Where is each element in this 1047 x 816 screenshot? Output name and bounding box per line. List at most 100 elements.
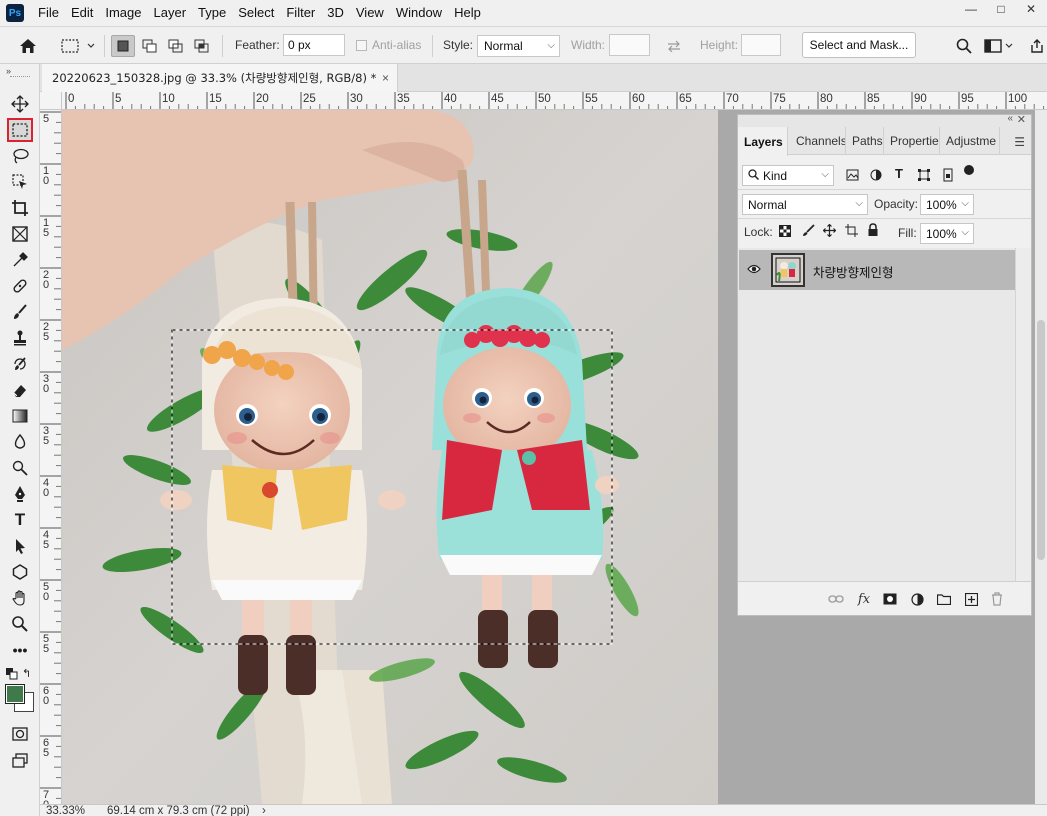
search-icon[interactable] [954, 36, 974, 56]
add-mask-icon[interactable] [882, 591, 898, 607]
menu-edit[interactable]: Edit [65, 0, 99, 26]
share-icon[interactable] [1028, 36, 1046, 56]
menu-help[interactable]: Help [448, 0, 487, 26]
path-selection-tool-icon[interactable] [7, 534, 33, 558]
tab-layers[interactable]: Layers [738, 127, 788, 156]
type-tool-icon[interactable]: T [7, 508, 33, 532]
menu-file[interactable]: File [32, 0, 65, 26]
layer-row[interactable]: 차량방향제인형 [739, 250, 1015, 290]
tab-paths[interactable]: Paths [846, 127, 884, 155]
maximize-button[interactable]: □ [987, 0, 1015, 18]
default-colors-icon[interactable] [6, 668, 18, 683]
menu-select[interactable]: Select [232, 0, 280, 26]
swap-colors-icon[interactable]: ↰ [22, 667, 31, 680]
vertical-scrollbar[interactable] [1035, 110, 1047, 804]
clone-stamp-tool-icon[interactable] [7, 326, 33, 350]
zoom-level[interactable]: 33.33% [46, 805, 85, 816]
menu-image[interactable]: Image [99, 0, 147, 26]
move-tool-icon[interactable] [7, 92, 33, 116]
eye-icon[interactable] [747, 263, 761, 278]
lock-image-pixels-icon[interactable] [802, 224, 815, 240]
close-window-button[interactable]: ✕ [1017, 0, 1045, 18]
panel-menu-icon[interactable]: ☰ [1014, 135, 1025, 149]
blur-tool-icon[interactable] [7, 430, 33, 454]
layers-scrollbar[interactable] [1015, 248, 1031, 582]
lock-all-icon[interactable] [867, 223, 879, 240]
eraser-tool-icon[interactable] [7, 378, 33, 402]
new-selection-icon[interactable] [111, 35, 135, 57]
new-group-icon[interactable] [936, 591, 952, 607]
ruler-corner[interactable] [40, 92, 62, 110]
collapse-tools-icon[interactable]: » [6, 66, 11, 76]
eyedropper-tool-icon[interactable] [7, 248, 33, 272]
menu-filter[interactable]: Filter [280, 0, 321, 26]
screen-mode-icon[interactable] [7, 748, 33, 772]
layer-name[interactable]: 차량방향제인형 [813, 262, 894, 281]
quick-mask-icon[interactable] [7, 722, 33, 746]
marquee-tool-preset-icon[interactable] [60, 36, 98, 56]
dodge-tool-icon[interactable] [7, 456, 33, 480]
close-document-icon[interactable]: × [382, 71, 389, 85]
rectangular-marquee-tool-icon[interactable] [7, 118, 33, 142]
smart-object-filter-icon[interactable] [942, 168, 954, 185]
opacity-input[interactable]: 100% ⌵ [920, 194, 974, 215]
delete-layer-icon[interactable] [989, 591, 1005, 607]
tab-adjustments[interactable]: Adjustme [940, 127, 1000, 155]
document-image[interactable] [62, 110, 718, 804]
tab-channels[interactable]: Channels [790, 127, 846, 155]
menu-view[interactable]: View [350, 0, 390, 26]
new-layer-icon[interactable] [963, 591, 979, 607]
add-to-selection-icon[interactable] [138, 35, 162, 57]
height-input[interactable] [741, 34, 781, 56]
link-layers-icon[interactable] [828, 591, 844, 607]
hand-tool-icon[interactable] [7, 586, 33, 610]
pixel-layer-filter-icon[interactable] [846, 169, 859, 184]
menu-window[interactable]: Window [390, 0, 448, 26]
filter-toggle-icon[interactable] [964, 165, 974, 175]
home-icon[interactable] [16, 36, 40, 56]
layer-filter-select[interactable]: Kind ⌵ [742, 165, 834, 186]
healing-brush-tool-icon[interactable] [7, 274, 33, 298]
workspace-icon[interactable] [984, 36, 1014, 56]
vertical-ruler[interactable]: 5 1 0 1 5 2 0 2 5 3 0 3 5 4 0 4 5 5 0 5 5 6 0 6 5 7 0 [40, 110, 62, 804]
gradient-tool-icon[interactable] [7, 404, 33, 428]
subtract-from-selection-icon[interactable] [164, 35, 188, 57]
blend-mode-select[interactable]: Normal ⌵ [742, 194, 868, 215]
horizontal-ruler[interactable]: 0 5 10 15 20 25 30 35 40 45 50 55 60 65 70 75 80 85 90 95 10… [62, 92, 1047, 110]
new-adjustment-layer-icon[interactable] [909, 591, 925, 607]
select-and-mask-button[interactable]: Select and Mask... [802, 32, 916, 58]
vertical-scrollbar-thumb[interactable] [1037, 320, 1045, 560]
shape-layer-filter-icon[interactable] [918, 169, 930, 184]
collapse-panel-icon[interactable]: « [1007, 113, 1013, 124]
object-selection-tool-icon[interactable] [7, 170, 33, 194]
intersect-selection-icon[interactable] [190, 35, 214, 57]
close-panel-icon[interactable]: ✕ [1017, 113, 1026, 126]
lock-position-icon[interactable] [822, 223, 837, 240]
swap-width-height-icon[interactable] [664, 37, 684, 55]
crop-tool-icon[interactable] [7, 196, 33, 220]
foreground-color-swatch[interactable] [5, 684, 25, 704]
history-brush-tool-icon[interactable] [7, 352, 33, 376]
lock-transparent-pixels-icon[interactable] [779, 225, 791, 240]
style-select[interactable]: Normal ⌵ [477, 35, 560, 57]
type-layer-filter-icon[interactable]: T [895, 166, 903, 181]
shape-tool-icon[interactable] [7, 560, 33, 584]
anti-alias-checkbox[interactable] [356, 40, 367, 51]
adjustment-layer-filter-icon[interactable] [870, 169, 882, 184]
menu-layer[interactable]: Layer [148, 0, 193, 26]
fx-icon[interactable]: fx [856, 591, 872, 607]
brush-tool-icon[interactable] [7, 300, 33, 324]
status-menu-arrow[interactable]: › [262, 805, 266, 816]
zoom-tool-icon[interactable] [7, 612, 33, 636]
more-tools-icon[interactable]: ••• [7, 638, 33, 662]
minimize-button[interactable]: — [957, 0, 985, 18]
tab-properties[interactable]: Propertie [884, 127, 940, 155]
feather-input[interactable]: 0 px [283, 34, 345, 56]
menu-type[interactable]: Type [192, 0, 232, 26]
width-input[interactable] [609, 34, 650, 56]
fill-input[interactable]: 100% ⌵ [920, 223, 974, 244]
pen-tool-icon[interactable] [7, 482, 33, 506]
frame-tool-icon[interactable] [7, 222, 33, 246]
lock-artboard-icon[interactable] [845, 224, 858, 240]
document-tab[interactable]: 20220623_150328.jpg @ 33.3% (차량방향제인형, RG… [42, 64, 398, 92]
